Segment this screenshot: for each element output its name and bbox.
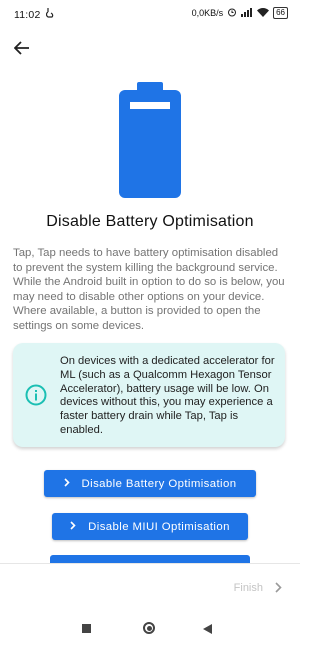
battery-status: 66	[273, 7, 288, 19]
signal-icon	[241, 7, 253, 19]
status-icons: 0,0KB/s 66	[192, 7, 288, 19]
info-card: On devices with a dedicated accelerator …	[13, 343, 285, 447]
home-dot	[146, 625, 152, 631]
notification-icon	[45, 8, 54, 20]
battery-level: 66	[276, 8, 285, 17]
info-icon	[25, 384, 47, 406]
disable-miui-optimisation-button[interactable]: Disable MIUI Optimisation	[52, 513, 248, 540]
system-nav-bar	[0, 614, 300, 650]
chevron-right-icon	[275, 580, 282, 596]
back-button[interactable]	[10, 36, 34, 60]
chevron-right-icon	[70, 520, 76, 533]
system-back-button[interactable]	[203, 624, 212, 634]
finish-button[interactable]: Finish	[234, 580, 282, 596]
button-label: Disable Battery Optimisation	[81, 477, 237, 490]
net-speed: 0,0KB/s	[191, 8, 224, 18]
button-label: Disable MIUI Optimisation	[88, 520, 230, 533]
status-bar: 11:02 0,0KB/s 66	[0, 0, 300, 28]
page-description: Tap, Tap needs to have battery optimisat…	[13, 247, 285, 332]
battery-icon	[119, 82, 181, 198]
finish-label: Finish	[233, 582, 263, 594]
wifi-icon	[257, 7, 270, 19]
alarm-icon	[227, 7, 237, 19]
partially-visible-button[interactable]	[50, 555, 250, 563]
disable-battery-optimisation-button[interactable]: Disable Battery Optimisation	[44, 470, 256, 497]
status-time: 11:02	[14, 9, 41, 21]
recents-button[interactable]	[82, 624, 91, 633]
info-text: On devices with a dedicated accelerator …	[60, 355, 275, 436]
back-arrow-icon	[14, 41, 29, 55]
home-button[interactable]	[143, 622, 155, 634]
page-title: Disable Battery Optimisation	[46, 213, 254, 230]
bottom-bar: Finish	[0, 563, 300, 614]
chevron-right-icon	[63, 477, 70, 490]
